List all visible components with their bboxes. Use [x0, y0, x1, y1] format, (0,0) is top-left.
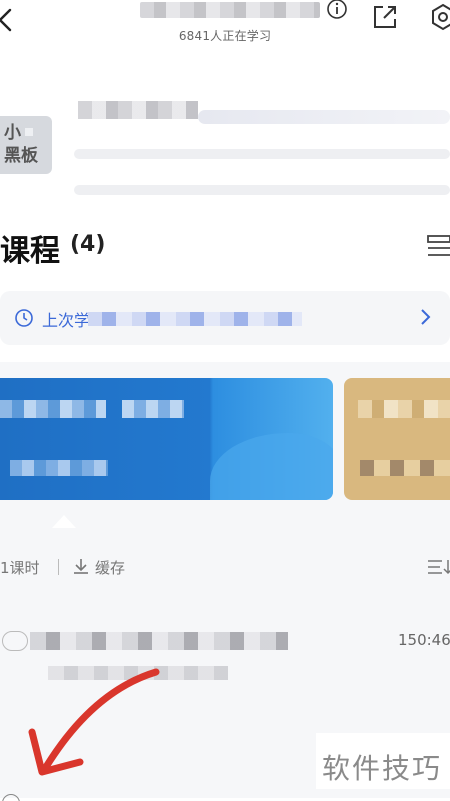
group-desc-redacted-1 [74, 149, 450, 159]
annotation-arrow [28, 668, 160, 776]
settings-icon[interactable] [428, 2, 450, 32]
chevron-right-icon[interactable] [418, 307, 432, 327]
group-desc-redacted-2 [74, 185, 450, 195]
last-study-title-redacted [88, 312, 302, 326]
watermark: 软件技巧 [316, 733, 450, 789]
lesson-count: 1课时 [0, 559, 40, 577]
selected-card-pointer [52, 515, 76, 528]
share-icon[interactable] [370, 2, 400, 32]
download-icon[interactable] [72, 557, 90, 575]
course-title-redacted [122, 400, 184, 418]
course-subtitle-redacted [10, 460, 108, 476]
avatar-line-1: 小 [4, 122, 52, 145]
course-title-redacted [358, 400, 450, 418]
sort-icon[interactable] [426, 557, 450, 577]
group-name-fade [198, 110, 450, 124]
last-study-bar[interactable]: 上次学 [0, 291, 450, 345]
divider [58, 559, 59, 575]
course-title-redacted [0, 400, 106, 418]
last-study-label: 上次学 [42, 311, 91, 330]
courses-count: (4) [70, 232, 106, 257]
course-subtitle-redacted [360, 460, 450, 476]
page-title-redacted [140, 2, 320, 18]
clock-icon [15, 309, 33, 327]
course-card[interactable] [344, 378, 450, 500]
course-card[interactable] [0, 378, 333, 500]
lesson-duration: 150:46 [398, 631, 450, 649]
avatar-line-2: 黑板 [4, 146, 38, 166]
top-bar: 6841人正在学习 [0, 0, 450, 52]
courses-heading: 课程 [0, 234, 60, 269]
group-avatar[interactable]: 小 黑板 [0, 116, 52, 174]
card-wave-decoration [210, 433, 333, 500]
info-icon[interactable] [326, 0, 348, 20]
list-icon[interactable] [424, 232, 450, 260]
lesson-status-icon [2, 631, 28, 651]
cache-button[interactable]: 缓存 [95, 557, 125, 578]
group-name-redacted [78, 101, 198, 119]
watermark-text: 软件技巧 [322, 752, 443, 785]
lesson-title-redacted[interactable] [30, 632, 288, 650]
